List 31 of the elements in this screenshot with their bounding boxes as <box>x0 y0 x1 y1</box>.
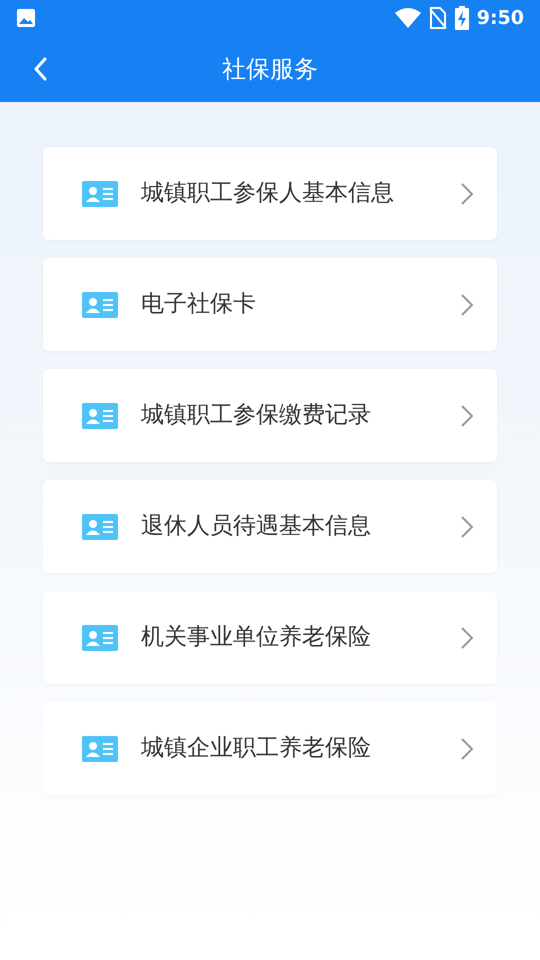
chevron-right-icon <box>461 738 473 760</box>
menu-item[interactable]: 机关事业单位养老保险 <box>43 591 497 684</box>
menu-item-label: 城镇职工参保缴费记录 <box>141 401 372 430</box>
id-card-icon <box>82 292 118 318</box>
chevron-right-icon <box>461 516 473 538</box>
id-card-icon <box>82 514 118 540</box>
menu-item[interactable]: 电子社保卡 <box>43 258 497 351</box>
id-card-icon <box>82 180 118 206</box>
menu-item[interactable]: 退休人员待遇基本信息 <box>43 480 497 573</box>
id-card-icon <box>82 624 118 650</box>
menu-item-label: 电子社保卡 <box>141 290 257 320</box>
wifi-icon <box>394 8 421 28</box>
chevron-right-icon <box>461 182 473 204</box>
back-icon <box>33 57 47 81</box>
menu-item-label: 城镇职工参保人基本信息 <box>141 179 395 208</box>
id-card-icon <box>82 402 118 428</box>
battery-charging-icon <box>454 6 469 30</box>
id-card-icon <box>82 736 118 762</box>
menu-item-label: 退休人员待遇基本信息 <box>141 512 372 542</box>
image-icon <box>16 8 36 28</box>
no-sim-icon <box>428 7 447 29</box>
chevron-right-icon <box>461 626 473 648</box>
menu-item-label: 城镇企业职工养老保险 <box>141 734 372 764</box>
chevron-right-icon <box>461 294 473 316</box>
status-time: 9:50 <box>476 6 524 31</box>
page-title: 社保服务 <box>222 54 318 85</box>
menu-item-label: 机关事业单位养老保险 <box>141 623 372 652</box>
menu-item[interactable]: 城镇职工参保人基本信息 <box>43 147 497 240</box>
menu-item[interactable]: 城镇职工参保缴费记录 <box>43 369 497 462</box>
menu-item[interactable]: 城镇企业职工养老保险 <box>43 702 497 795</box>
chevron-right-icon <box>461 404 473 426</box>
